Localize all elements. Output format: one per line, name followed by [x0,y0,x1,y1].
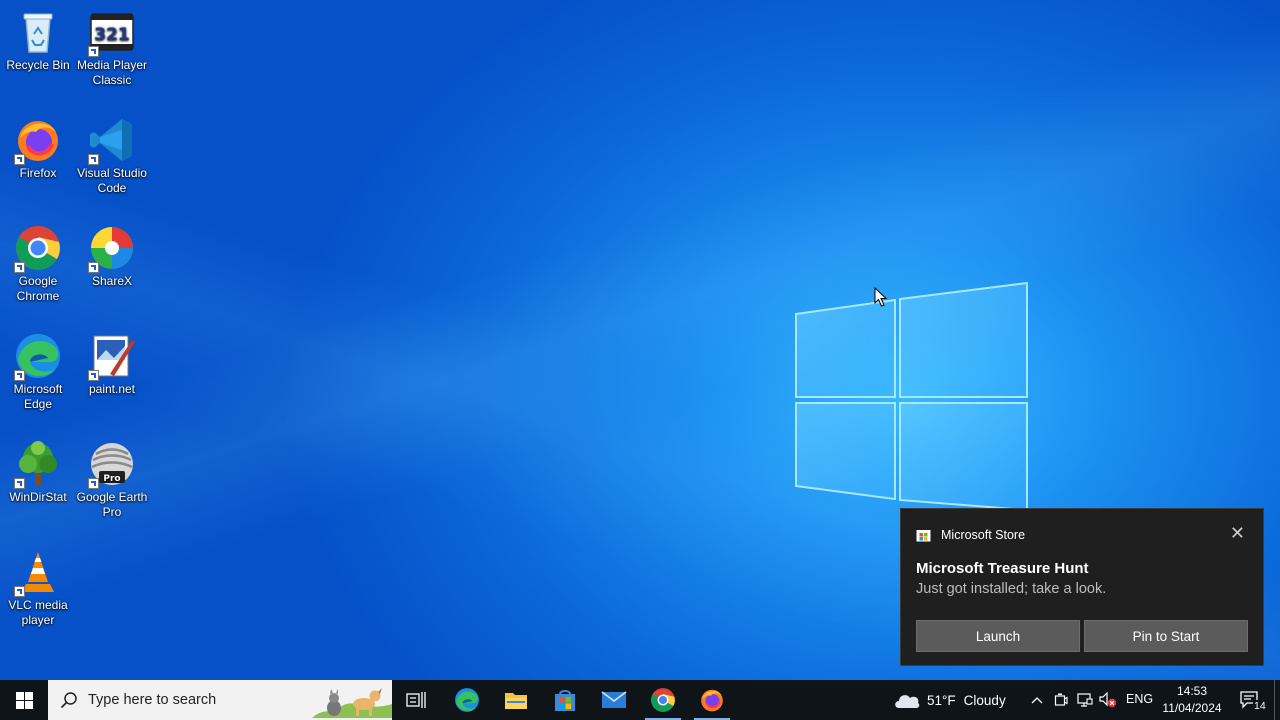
desktop-icon-label: ShareX [91,274,133,288]
taskbar-chrome-button[interactable] [639,680,687,720]
desktop-icon-label: Media Player Classic [76,58,148,87]
shortcut-arrow-icon [14,154,25,165]
mouse-cursor-icon [874,287,888,307]
toast-title: Microsoft Treasure Hunt [916,560,1089,577]
media-player-classic-icon: 321 [88,8,136,57]
desktop-icon-edge[interactable]: Microsoft Edge [0,326,76,412]
edge-icon [455,688,479,712]
desktop-icon-paintnet[interactable]: paint.net [74,326,150,397]
taskbar-store-button[interactable] [541,680,589,720]
desktop-icon-label: VLC media player [8,598,68,627]
tray-network-button[interactable] [1075,680,1095,720]
meet-now-icon [1054,693,1068,706]
shortcut-arrow-icon [88,262,99,273]
desktop-icon-recycle-bin[interactable]: Recycle Bin [0,2,76,73]
firefox-icon [14,116,62,165]
desktop-icon-label: Microsoft Edge [13,382,63,411]
desktop-icon-sharex[interactable]: ShareX [74,218,150,289]
taskbar: Type here to search 51°F Cloudy ENG 14:5… [0,680,1280,720]
recycle-bin-icon [14,8,62,56]
microsoft-store-icon [916,527,931,542]
weather-temperature: 51°F [927,692,956,708]
desktop-icon-firefox[interactable]: Firefox [0,110,76,181]
search-icon [60,692,77,709]
desktop-icon-chrome[interactable]: Google Chrome [0,218,76,304]
chrome-icon [651,688,675,712]
taskbar-firefox-button[interactable] [688,680,736,720]
microsoft-store-icon [555,690,575,711]
show-desktop-button[interactable] [1274,680,1280,720]
shortcut-arrow-icon [88,154,99,165]
start-button[interactable] [0,680,48,720]
toast-body: Just got installed; take a look. [916,581,1107,597]
toast-notification[interactable]: Microsoft Store ✕ Microsoft Treasure Hun… [900,508,1264,666]
desktop-icon-label: Firefox [19,166,57,180]
notification-count-badge: 14 [1253,700,1267,712]
shortcut-arrow-icon [88,478,99,489]
shortcut-arrow-icon [88,46,99,57]
network-icon [1077,693,1093,707]
desktop-icon-google-earth-pro[interactable]: Pro Google Earth Pro [74,434,150,520]
desktop-icon-vscode[interactable]: Visual Studio Code [74,110,150,196]
windows-wallpaper-logo [795,281,1028,512]
input-language-indicator[interactable]: ENG [1126,692,1153,706]
desktop-icon-vlc[interactable]: VLC media player [0,542,76,628]
pin-to-start-button[interactable]: Pin to Start [1084,620,1248,652]
vlc-icon [14,548,62,597]
taskbar-edge-button[interactable] [443,680,491,720]
sharex-icon [88,224,136,273]
svg-text:Pro: Pro [103,474,120,484]
tray-volume-button[interactable] [1098,680,1118,720]
desktop-icon-media-player-classic[interactable]: 321 Media Player Classic [74,2,150,88]
desktop-icon-label: WinDirStat [9,490,67,504]
task-view-icon [406,692,426,708]
edge-icon [14,332,62,381]
desktop-icon-label: Google Chrome [16,274,60,303]
clock-time: 14:53 [1176,684,1208,698]
show-hidden-icons-button[interactable] [1027,680,1047,720]
firefox-icon [701,689,723,712]
toast-app-name: Microsoft Store [941,527,1026,542]
shortcut-arrow-icon [14,370,25,381]
desktop-icon-windirstat[interactable]: WinDirStat [0,434,76,505]
desktop-icon-label: Visual Studio Code [77,166,147,195]
toast-app-header: Microsoft Store [916,527,1025,542]
launch-button[interactable]: Launch [916,620,1080,652]
taskbar-clock[interactable]: 14:53 11/04/2024 [1160,683,1224,717]
clock-date: 11/04/2024 [1162,701,1222,715]
shortcut-arrow-icon [14,586,25,597]
taskbar-mail-button[interactable] [590,680,638,720]
mail-icon [601,691,627,708]
weather-condition: Cloudy [963,692,1006,708]
windows-start-icon [15,691,33,709]
windirstat-icon [14,440,62,489]
weather-widget[interactable]: 51°F Cloudy [893,680,1015,720]
shortcut-arrow-icon [88,370,99,381]
action-center-button[interactable]: 14 [1234,680,1267,720]
search-placeholder: Type here to search [88,692,217,708]
paintnet-icon [88,332,136,381]
volume-muted-icon [1099,692,1117,708]
tray-meet-now-button[interactable] [1051,680,1071,720]
google-earth-pro-icon: Pro [88,440,136,489]
desktop-icon-label: paint.net [88,382,136,396]
taskbar-file-explorer-button[interactable] [492,680,540,720]
cloud-icon [895,695,920,708]
shortcut-arrow-icon [14,262,25,273]
desktop-icon-label: Google Earth Pro [76,490,148,519]
shortcut-arrow-icon [14,478,25,489]
taskbar-search-box[interactable]: Type here to search [48,680,392,720]
toast-close-button[interactable]: ✕ [1230,523,1245,544]
task-view-button[interactable] [392,680,440,720]
svg-text:321: 321 [94,25,130,45]
search-highlight-illustration-icon [312,688,392,718]
chrome-icon [14,224,62,273]
folder-icon [505,693,527,709]
chevron-up-icon [1031,697,1043,704]
vscode-icon [88,116,136,165]
desktop-icon-label: Recycle Bin [6,58,70,72]
